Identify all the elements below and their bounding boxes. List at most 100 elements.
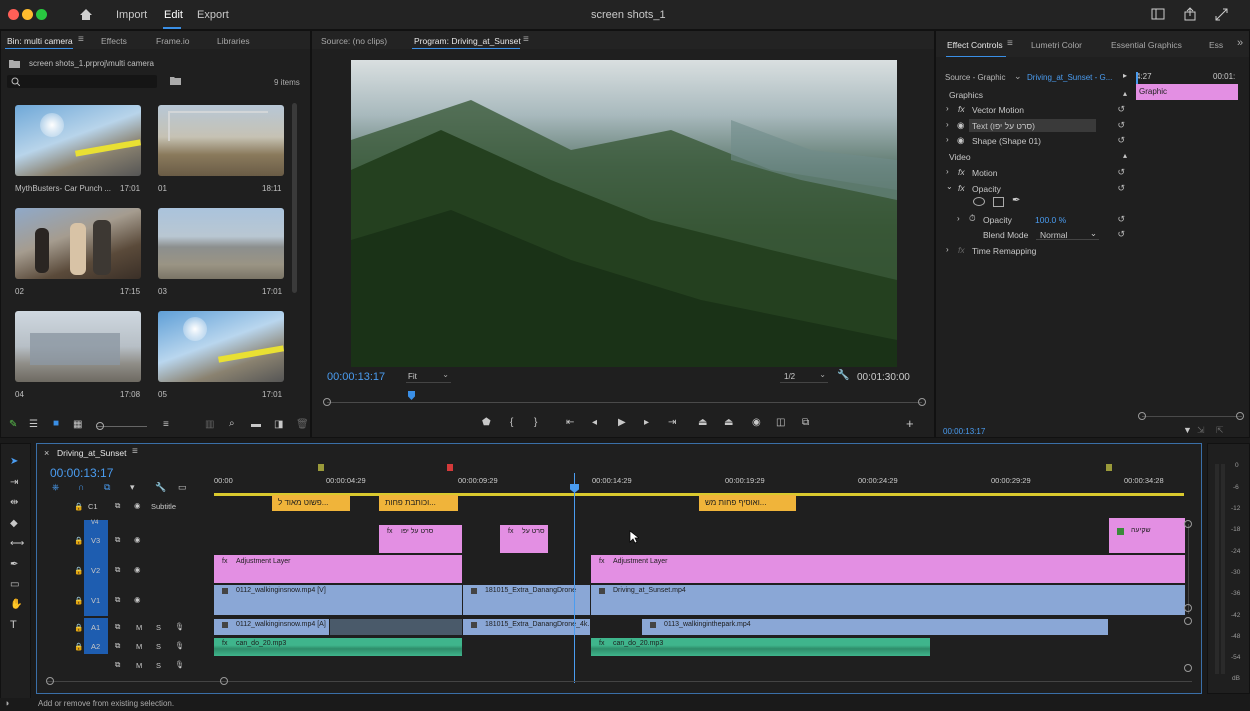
filter-icon[interactable]: ▼ (1183, 425, 1192, 435)
vscroll-handle[interactable] (1184, 617, 1192, 625)
stopwatch-icon[interactable]: ⏱ (969, 213, 976, 224)
vscroll-handle[interactable] (1184, 604, 1192, 612)
effect-time-remapping[interactable]: › fx Time Remapping (936, 244, 1131, 258)
mark-in-icon[interactable]: { (510, 417, 513, 428)
mark-out-icon[interactable]: } (534, 417, 537, 428)
list-view-icon[interactable]: ☰ (29, 419, 38, 430)
effect-vector-motion[interactable]: › fx Vector Motion ↺ (936, 103, 1131, 117)
expand-icon[interactable]: › (946, 135, 949, 144)
toggle-sync-icon[interactable]: ⧉ (115, 535, 120, 545)
microphone-icon[interactable]: 🎙 (175, 660, 185, 669)
nav-edit[interactable]: Edit (164, 9, 183, 21)
sequence-graphic-link[interactable]: Driving_at_Sunset - G... (1027, 73, 1112, 82)
pencil-icon[interactable]: ✎ (9, 419, 17, 430)
ec-zoom-scroll[interactable] (1142, 416, 1242, 417)
timeline-current-time[interactable]: 00:00:13:17 (50, 466, 113, 480)
caption-clip[interactable]: פשוט מאוד ל... (272, 495, 350, 511)
export-frame-icon[interactable]: ◉ (752, 417, 761, 428)
reset-icon[interactable]: ↺ (1117, 120, 1125, 131)
freeform-view-icon[interactable]: ▦ (73, 419, 82, 430)
vr-video-icon[interactable]: ⧉ (802, 417, 809, 428)
v1-video-clip[interactable]: Driving_at_Sunset.mp4 (591, 585, 1185, 615)
goto-icon[interactable]: ⇱ (1216, 425, 1224, 436)
blend-mode-dropdown[interactable]: Normal ⌄ (1036, 228, 1099, 240)
hand-tool-icon[interactable]: ✋ (10, 599, 22, 610)
add-marker-timeline-icon[interactable]: ▾ (130, 482, 135, 493)
vscroll-handle[interactable] (1184, 664, 1192, 672)
nav-export[interactable]: Export (197, 9, 229, 21)
clip-thumbnail[interactable] (15, 105, 141, 176)
rectangle-mask-icon[interactable] (993, 197, 1004, 207)
v1-video-clip[interactable]: 181015_Extra_DanangDrone (463, 585, 590, 615)
toggle-sync-icon[interactable]: ⧉ (115, 501, 120, 511)
a1-audio-clip[interactable]: 0113_walkinginthepark.mp4 (642, 619, 1108, 635)
time-ruler[interactable]: 00:00 00:00:04:29 00:00:09:29 00:00:14:2… (214, 464, 1184, 499)
a1-audio-clip[interactable]: 0112_walkinginsnow.mp4 [A] (214, 619, 329, 635)
lock-icon[interactable]: 🔒 (74, 566, 83, 575)
clip-thumbnail[interactable] (158, 311, 284, 382)
clip-thumbnail[interactable] (15, 311, 141, 382)
linked-selection-icon[interactable]: ⧉ (104, 482, 110, 493)
icon-view-icon[interactable]: ■ (53, 418, 59, 429)
video-vscroll[interactable] (1188, 524, 1189, 614)
tab-effects[interactable]: Effects (101, 36, 127, 46)
step-forward-icon[interactable]: ▸ (644, 417, 649, 428)
fit-dropdown[interactable]: Fit ⌄ (406, 370, 451, 383)
scrubber-start-handle[interactable] (323, 398, 331, 406)
eye-icon[interactable]: ◉ (134, 595, 141, 604)
reset-icon[interactable]: ↺ (1117, 167, 1125, 178)
tab-program[interactable]: Program: Driving_at_Sunset (414, 36, 521, 46)
timeline-hscroll[interactable] (47, 681, 1192, 682)
comparison-view-icon[interactable]: ◫ (776, 417, 785, 428)
delete-icon[interactable]: 🗑 (296, 419, 309, 430)
effect-shape-layer[interactable]: › ◉ Shape (Shape 01) ↺ (936, 134, 1131, 148)
more-tabs-icon[interactable]: » (1237, 37, 1243, 49)
automate-icon[interactable]: ▥ (205, 419, 214, 430)
a2-audio-clip[interactable]: fx can_do_20.mp3 (214, 638, 462, 656)
tab-essential-overflow[interactable]: Ess (1209, 40, 1223, 50)
toggle-sync-icon[interactable]: ⧉ (115, 660, 120, 670)
lock-icon[interactable]: 🔒 (74, 502, 83, 511)
reset-icon[interactable]: ↺ (1117, 183, 1125, 194)
collapse-chevron-icon[interactable]: ⌄ (946, 182, 953, 191)
close-sequence-icon[interactable]: × (44, 448, 49, 458)
graphic-clip-bar[interactable]: Graphic (1136, 84, 1238, 100)
mute-button[interactable]: M (136, 661, 142, 670)
expand-icon[interactable]: › (946, 104, 949, 113)
solo-button[interactable]: S (156, 642, 161, 651)
zoom-slider[interactable] (97, 426, 147, 427)
lock-icon[interactable]: 🔒 (74, 596, 83, 605)
visibility-eye-icon[interactable]: ◉ (957, 120, 964, 131)
eye-icon[interactable]: ◉ (134, 565, 141, 574)
expand-icon[interactable]: › (946, 167, 949, 176)
v3-graphic-clip[interactable]: שקיעה (1109, 518, 1185, 553)
track-area[interactable]: פשוט מאוד ל... וכותבת פחות... ואוסיף פחו… (214, 473, 1185, 688)
tab-lumetri-color[interactable]: Lumetri Color (1031, 40, 1082, 50)
lift-icon[interactable]: ⏏ (698, 417, 707, 428)
lock-icon[interactable]: 🔒 (74, 623, 83, 632)
mute-button[interactable]: M (136, 642, 142, 651)
new-item-icon[interactable]: ◨ (274, 419, 283, 430)
eye-icon[interactable]: ◉ (134, 501, 141, 510)
toggle-sync-icon[interactable]: ⧉ (115, 565, 120, 575)
a1-audio-clip[interactable]: 181015_Extra_DanangDrone_4k. (463, 619, 590, 635)
lock-icon[interactable]: 🔒 (74, 536, 83, 545)
new-bin-icon[interactable] (170, 76, 181, 85)
pen-tool-icon[interactable]: ✒ (10, 559, 18, 570)
close-window-icon[interactable] (8, 9, 19, 20)
program-menu-icon[interactable]: ≡ (523, 34, 529, 45)
zoom-slider-handle[interactable] (96, 422, 104, 430)
effect-opacity[interactable]: ⌄ fx Opacity ↺ (936, 182, 1131, 196)
caption-clip[interactable]: וכותבת פחות... (379, 495, 458, 511)
eye-icon[interactable]: ◉ (134, 535, 141, 544)
v2-adjustment-layer[interactable]: fx Adjustment Layer (214, 555, 462, 583)
program-scrubber[interactable] (327, 402, 922, 403)
sequence-menu-icon[interactable]: ≡ (132, 446, 138, 457)
panel-layout-icon[interactable] (1151, 8, 1165, 21)
collapse-timeline-icon[interactable]: ▸ (1123, 71, 1127, 80)
slip-tool-icon[interactable]: ⟷ (10, 538, 24, 549)
effect-text-layer[interactable]: › ◉ Text (סרט על יפו) ↺ (936, 119, 1131, 133)
lock-icon[interactable]: 🔒 (74, 642, 83, 651)
expand-icon[interactable]: › (946, 245, 949, 254)
clip-thumbnail[interactable] (158, 105, 284, 176)
